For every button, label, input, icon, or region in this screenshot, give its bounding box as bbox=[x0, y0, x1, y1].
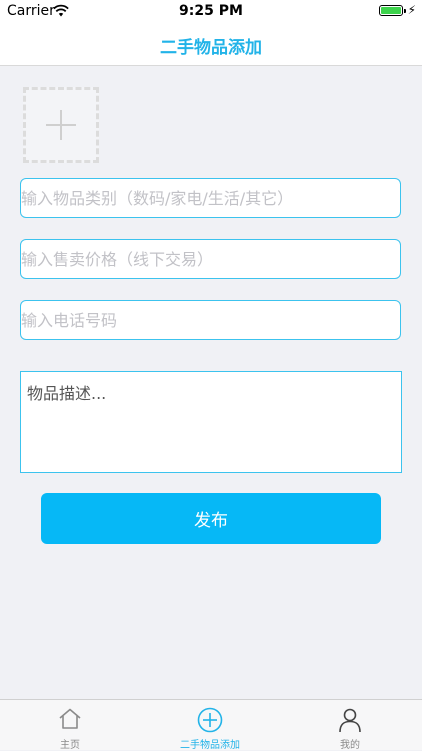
price-input[interactable] bbox=[21, 240, 400, 278]
home-icon bbox=[59, 708, 81, 729]
tab-add-item[interactable]: 二手物品添加 bbox=[140, 700, 280, 751]
navigation-bar: 二手物品添加 bbox=[0, 22, 422, 66]
plus-icon-bar bbox=[46, 124, 76, 126]
clock: 9:25 PM bbox=[179, 3, 243, 19]
publish-button[interactable]: 发布 bbox=[41, 493, 381, 544]
add-photo-button[interactable] bbox=[23, 87, 99, 163]
charging-icon: ⚡ bbox=[407, 3, 416, 17]
person-icon bbox=[339, 708, 361, 733]
price-field[interactable] bbox=[20, 239, 401, 279]
add-circle-icon bbox=[197, 707, 223, 733]
tab-profile-label: 我的 bbox=[340, 740, 360, 751]
phone-input[interactable] bbox=[21, 301, 400, 339]
tab-bar: 主页 二手物品添加 我的 bbox=[0, 699, 422, 751]
tab-add-item-label: 二手物品添加 bbox=[180, 740, 240, 751]
page-title: 二手物品添加 bbox=[160, 38, 262, 58]
category-field[interactable] bbox=[20, 178, 401, 218]
category-input[interactable] bbox=[21, 179, 400, 217]
status-bar: Carrier 9:25 PM ⚡ bbox=[0, 0, 422, 22]
tab-profile[interactable]: 我的 bbox=[280, 700, 420, 751]
phone-field[interactable] bbox=[20, 300, 401, 340]
description-textarea[interactable] bbox=[21, 372, 401, 472]
tab-home[interactable]: 主页 bbox=[0, 700, 140, 751]
description-field[interactable] bbox=[20, 371, 402, 473]
battery-icon bbox=[379, 5, 406, 16]
tab-home-label: 主页 bbox=[60, 740, 80, 751]
